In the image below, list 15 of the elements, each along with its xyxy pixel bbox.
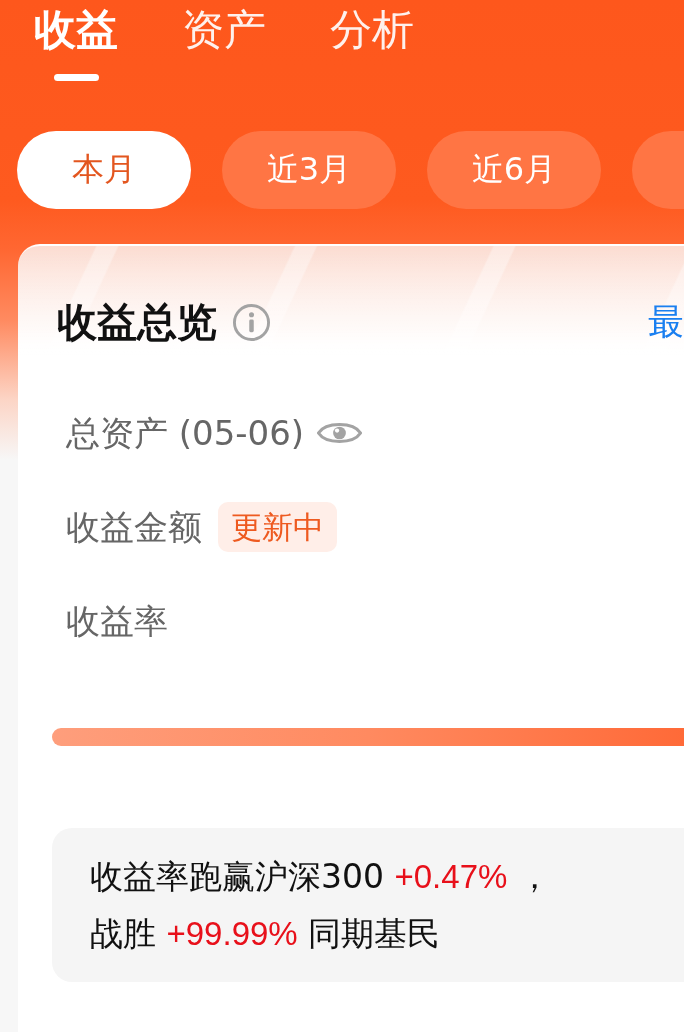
row-label: 收益率	[66, 600, 168, 643]
period-chip[interactable]: 近6月	[427, 131, 601, 209]
status-badge: 更新中	[218, 502, 337, 552]
link-text[interactable]: 最	[648, 300, 684, 344]
summary-text: 收益率跑赢沪深300 +0.47% ， 战胜 +99.99% 同期基民	[90, 856, 552, 955]
info-icon[interactable]	[232, 302, 271, 342]
tab-indicator	[53, 74, 99, 81]
tab[interactable]: 资产	[182, 0, 266, 84]
tab[interactable]: 分析	[330, 0, 414, 84]
period-chip[interactable]: 近3月	[222, 131, 396, 209]
tab[interactable]: 收益	[34, 0, 118, 84]
card-title: 收益总览	[57, 298, 217, 346]
period-chip[interactable]: 本月	[17, 131, 191, 209]
row-label: 收益金额	[66, 506, 202, 549]
row-label: 总资产 (05-06)	[66, 412, 305, 455]
